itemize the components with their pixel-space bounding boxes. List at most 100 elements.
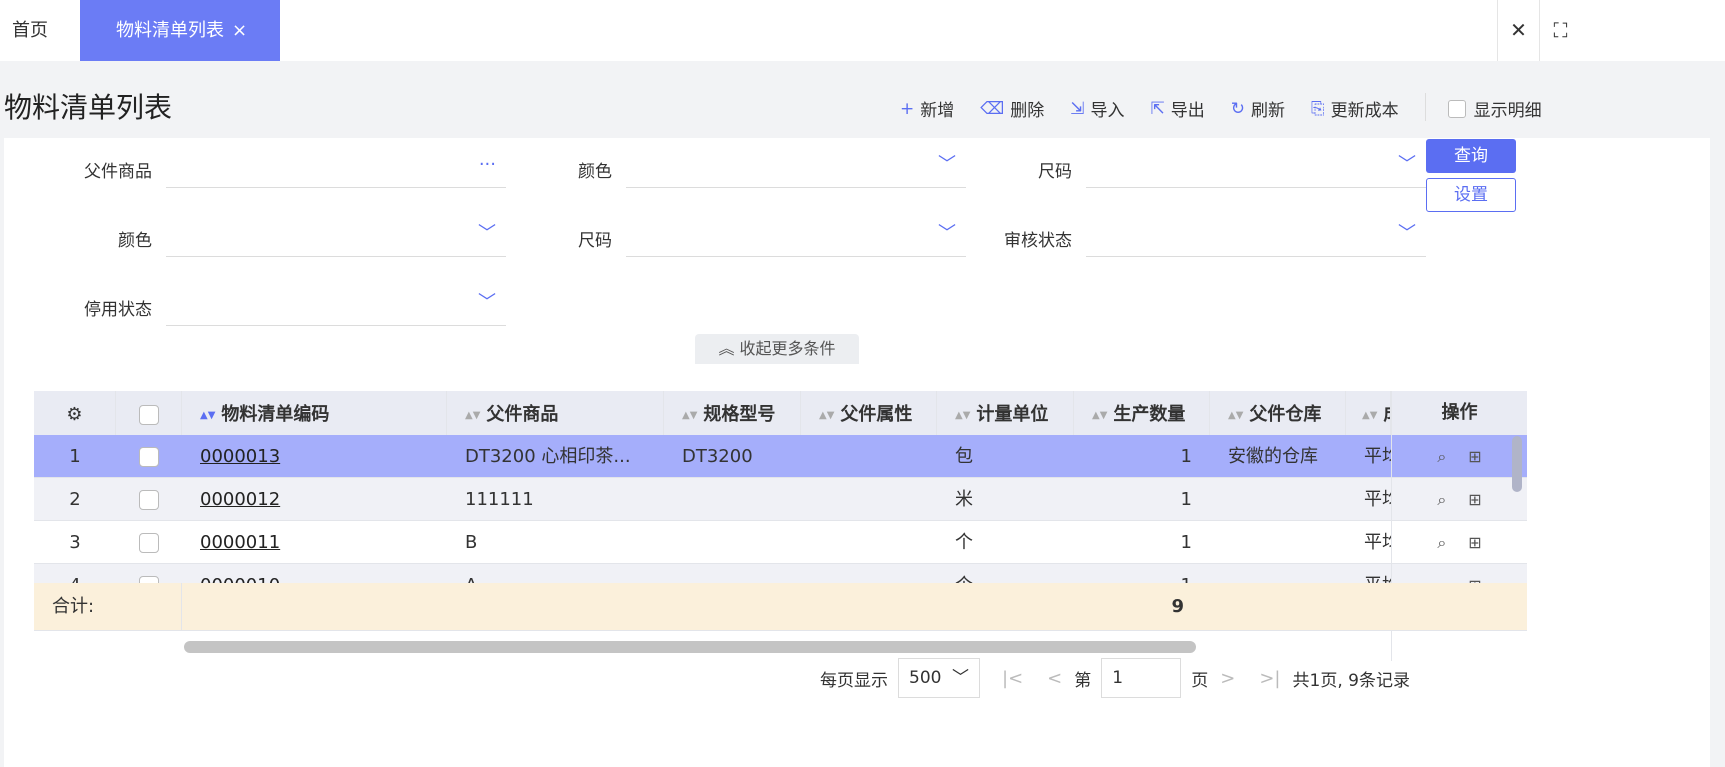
page-prefix: 第 (1074, 670, 1092, 691)
size-select-2[interactable]: ﹀ (626, 187, 966, 257)
tab-label: 物料清单列表 (116, 20, 224, 41)
product-value: B (465, 532, 478, 553)
horizontal-scrollbar[interactable] (184, 641, 1196, 653)
collapse-conditions-button[interactable]: ︽ 收起更多条件 (695, 334, 859, 364)
header-code[interactable]: ▲▼ 物料清单编码 (182, 391, 447, 438)
color-select-2[interactable]: ﹀ (166, 187, 506, 257)
header-label: 父件仓库 (1249, 404, 1322, 425)
trash-icon: ⌫ (980, 98, 1005, 119)
cell-attr (801, 435, 937, 477)
table-row[interactable]: 3 0000011 B 个 1 平均 (34, 521, 1527, 564)
sort-icon: ▲▼ (955, 410, 971, 421)
close-tab-icon[interactable]: × (232, 20, 247, 41)
first-page-icon[interactable]: |< (1002, 668, 1023, 689)
row-checkbox[interactable] (139, 447, 159, 467)
close-icon[interactable]: ✕ (1497, 0, 1539, 61)
show-detail-checkbox[interactable]: 显示明细 (1447, 96, 1542, 121)
table: ⚙ ▲▼ 物料清单编码 ▲▼ 父件商品 ▲▼ 规格型号 ▲▼ 父件属性 ▲▼ 计量单位 ▲… (34, 391, 1527, 661)
cell-code[interactable]: 0000011 (182, 521, 447, 563)
update-cost-icon: ⎘ (1311, 98, 1325, 119)
tab-home[interactable]: 首页 (12, 0, 48, 61)
column-settings-icon[interactable]: ⚙ (34, 391, 116, 438)
last-page-icon[interactable]: >| (1259, 668, 1280, 689)
row-actions: ⌕⊞ (1392, 435, 1527, 478)
show-detail-label: 显示明细 (1473, 101, 1542, 121)
cell-unit: 米 (937, 478, 1074, 520)
header-label: 父件属性 (840, 404, 913, 425)
row-checkbox[interactable] (139, 533, 159, 553)
header-product[interactable]: ▲▼ 父件商品 (447, 391, 664, 438)
tab-bom-list[interactable]: 物料清单列表 × (80, 0, 280, 61)
cell-unit: 个 (937, 521, 1074, 563)
disabled-status-select[interactable]: ﹀ (166, 256, 506, 326)
parent-product-label: 父件商品 (84, 162, 152, 182)
table-row[interactable]: 1 0000013 DT3200 心相印茶... DT3200 包 1 安徽的仓库 平均 (34, 435, 1527, 478)
header-unit[interactable]: ▲▼ 计量单位 (937, 391, 1074, 438)
plus-icon: + (900, 98, 915, 119)
header-spec[interactable]: ▲▼ 规格型号 (664, 391, 801, 438)
query-button[interactable]: 查询 (1426, 139, 1516, 173)
cell-spec (664, 521, 801, 563)
header-label: 父件商品 (486, 404, 559, 425)
grid-icon[interactable]: ⊞ (1468, 490, 1481, 509)
cell-next: 平均 (1346, 478, 1391, 520)
cell-attr (801, 478, 937, 520)
per-page-value: 500 (909, 668, 942, 688)
qty-value: 1 (1180, 532, 1192, 553)
chevron-down-icon: ﹀ (1398, 154, 1416, 175)
page-input[interactable]: 1 (1101, 658, 1182, 698)
code-value[interactable]: 0000011 (200, 532, 280, 553)
cell-next: 平均 (1346, 521, 1391, 563)
header-warehouse[interactable]: ▲▼ 父件仓库 (1210, 391, 1346, 438)
delete-button[interactable]: ⌫ 删除 (980, 96, 1045, 122)
spec-value: DT3200 (682, 446, 753, 467)
code-value[interactable]: 0000012 (200, 489, 280, 510)
chevron-down-icon: ﹀ (478, 292, 496, 313)
cell-cb[interactable] (116, 521, 182, 563)
view-icon[interactable]: ⌕ (1437, 533, 1446, 552)
cell-spec (664, 478, 801, 520)
header-label: 物料清单编码 (221, 404, 330, 425)
settings-button[interactable]: 设置 (1426, 178, 1516, 212)
page-title: 物料清单列表 (4, 91, 173, 124)
row-checkbox[interactable] (139, 490, 159, 510)
delete-label: 删除 (1010, 101, 1045, 121)
code-value[interactable]: 0000013 (200, 446, 280, 467)
sort-icon: ▲▼ (200, 410, 216, 421)
cell-code[interactable]: 0000012 (182, 478, 447, 520)
header-qty[interactable]: ▲▼ 生产数量 (1074, 391, 1210, 438)
checkbox[interactable] (1447, 99, 1466, 118)
grid-icon[interactable]: ⊞ (1468, 533, 1481, 552)
header-attr[interactable]: ▲▼ 父件属性 (801, 391, 937, 438)
color-select[interactable]: ﹀ (626, 118, 966, 188)
header-next[interactable]: ▲▼ 成 (1346, 391, 1391, 438)
qty-value: 1 (1180, 446, 1192, 467)
view-icon[interactable]: ⌕ (1437, 490, 1446, 509)
refresh-icon: ↻ (1230, 98, 1246, 119)
grid-icon[interactable]: ⊞ (1468, 447, 1481, 466)
tab-bar: 首页 物料清单列表 × ✕ ⛶ (0, 0, 1725, 61)
cell-product: B (447, 521, 664, 563)
select-all-checkbox[interactable] (138, 405, 159, 425)
sort-icon: ▲▼ (1362, 410, 1378, 421)
cell-no: 3 (34, 521, 116, 563)
cell-code[interactable]: 0000013 (182, 435, 447, 477)
cell-wh (1210, 478, 1346, 520)
unit-value: 米 (955, 489, 973, 510)
cell-cb[interactable] (116, 435, 182, 477)
parent-product-input[interactable]: ··· (166, 118, 506, 188)
view-icon[interactable]: ⌕ (1437, 447, 1446, 466)
wh-value: 安徽的仓库 (1228, 446, 1318, 467)
prev-page-icon[interactable]: < (1047, 668, 1062, 689)
next-page-icon[interactable]: > (1220, 668, 1235, 689)
fullscreen-icon[interactable]: ⛶ (1539, 0, 1581, 61)
data-grid: ⚙ ▲▼ 物料清单编码 ▲▼ 父件商品 ▲▼ 规格型号 ▲▼ 父件属性 ▲▼ 计量单位 ▲… (4, 376, 1710, 767)
cell-cb[interactable] (116, 478, 182, 520)
size-select[interactable]: ﹀ (1086, 118, 1426, 188)
per-page-select[interactable]: 500 ﹀ (898, 658, 980, 698)
vertical-scrollbar[interactable] (1512, 436, 1522, 492)
color-label: 颜色 (578, 162, 612, 182)
table-row[interactable]: 2 0000012 111111 米 1 平均 (34, 478, 1527, 521)
color-label-2: 颜色 (118, 231, 152, 251)
audit-status-select[interactable]: ﹀ (1086, 187, 1426, 257)
